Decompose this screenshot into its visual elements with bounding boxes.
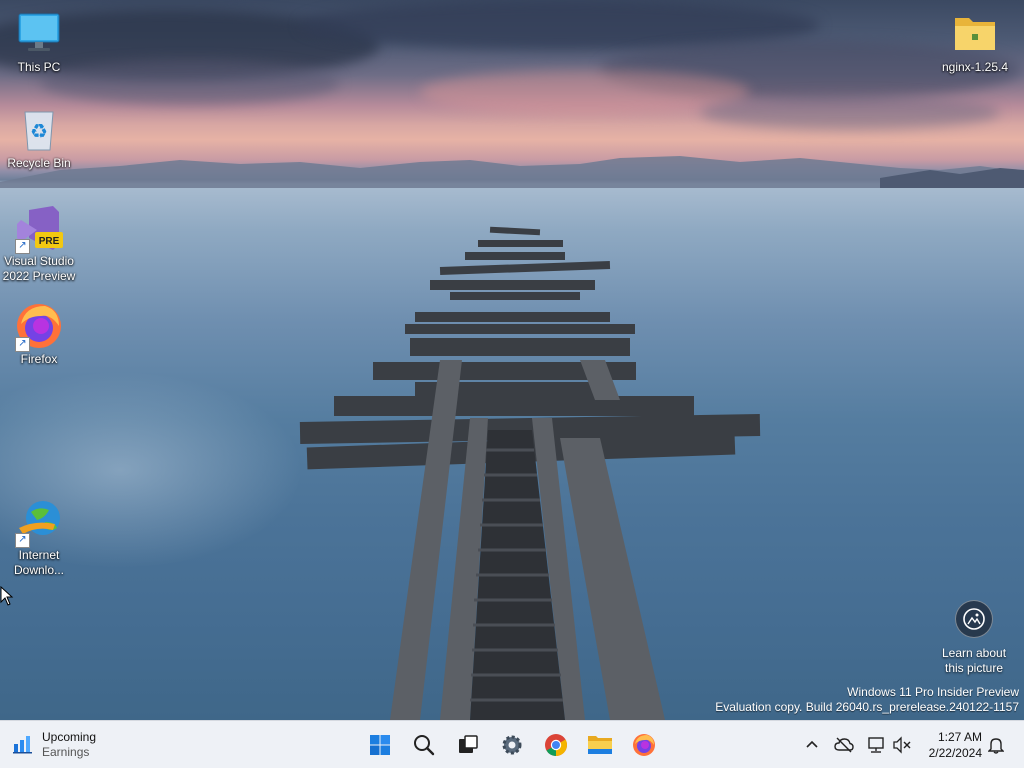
chrome-button[interactable] — [536, 725, 576, 765]
wallpaper-pier — [299, 226, 761, 720]
gear-icon — [502, 735, 522, 755]
shortcut-arrow-icon: ↗ — [15, 533, 30, 548]
desktop-icon-visual-studio[interactable]: PRE ↗ Visual Studio 2022 Preview — [1, 204, 77, 284]
notifications-button[interactable] — [984, 733, 1008, 757]
shortcut-arrow-icon: ↗ — [15, 239, 30, 254]
search-button[interactable] — [404, 725, 444, 765]
watermark-line-build: Evaluation copy. Build 26040.rs_prerelea… — [715, 700, 1019, 714]
network-button[interactable] — [864, 733, 888, 757]
desktop-icon-recycle-bin[interactable]: ♻ Recycle Bin — [1, 106, 77, 171]
desktop-icon-label: Visual Studio 2022 Preview — [2, 254, 76, 283]
task-view-button[interactable] — [448, 725, 488, 765]
mouse-cursor-icon — [0, 586, 14, 606]
volume-button[interactable] — [890, 733, 914, 757]
clock-time: 1:27 AM — [937, 730, 982, 744]
clock[interactable]: 1:27 AM 2/22/2024 — [918, 729, 982, 761]
bell-icon — [988, 738, 1004, 754]
firefox-button[interactable] — [624, 725, 664, 765]
network-icon — [868, 737, 884, 753]
clock-date: 2/22/2024 — [928, 746, 982, 760]
widget-text: Upcoming Earnings — [42, 730, 96, 760]
chevron-up-icon — [806, 740, 818, 748]
desktop[interactable]: This PC ♻ Recycle Bin PRE ↗ Visual Studi… — [0, 0, 1024, 720]
desktop-icon-internet-download-manager[interactable]: ↗ Internet Downlo... — [1, 498, 77, 578]
desktop-icon-label: nginx-1.25.4 — [941, 60, 1009, 74]
desktop-icon-firefox[interactable]: ↗ Firefox — [1, 302, 77, 367]
cloud-off-icon — [834, 737, 854, 753]
recycle-bin-icon: ♻ — [15, 106, 63, 154]
firefox-icon: ↗ — [15, 302, 63, 352]
pre-badge: PRE — [39, 236, 60, 247]
show-hidden-icons-button[interactable] — [800, 733, 824, 757]
chrome-icon — [545, 734, 567, 756]
windows-logo-icon — [370, 735, 390, 755]
watermark-line-edition: Windows 11 Pro Insider Preview — [847, 685, 1019, 699]
shortcut-arrow-icon: ↗ — [15, 337, 30, 352]
volume-muted-icon — [893, 736, 911, 754]
learn-about-label: Learn about this picture — [941, 646, 1007, 675]
learn-about-this-picture[interactable]: Learn about this picture — [932, 600, 1016, 676]
start-button[interactable] — [360, 725, 400, 765]
widget-subtitle: Earnings — [42, 745, 90, 759]
widgets-button[interactable]: Upcoming Earnings — [12, 727, 96, 763]
file-explorer-button[interactable] — [580, 725, 620, 765]
task-view-icon — [459, 735, 478, 753]
settings-button[interactable] — [492, 725, 532, 765]
desktop-icon-label: Internet Downlo... — [13, 548, 65, 577]
search-icon — [414, 735, 435, 756]
monitor-icon — [15, 10, 63, 58]
widget-title: Upcoming — [42, 730, 97, 744]
stocks-chart-icon — [12, 732, 34, 759]
desktop-icon-label: Firefox — [20, 352, 58, 366]
onedrive-button[interactable] — [832, 733, 856, 757]
desktop-icon-label: This PC — [17, 60, 61, 74]
folder-icon — [951, 10, 999, 58]
internet-download-manager-icon: ↗ — [15, 498, 63, 548]
taskbar: Upcoming Earnings 1:27 AM 2/22/2024 — [0, 720, 1024, 768]
desktop-icon-this-pc[interactable]: This PC — [1, 10, 77, 75]
visual-studio-preview-icon: PRE ↗ — [15, 204, 63, 254]
camera-info-icon — [955, 600, 993, 638]
desktop-icon-label: Recycle Bin — [7, 156, 71, 170]
firefox-icon — [633, 734, 655, 756]
folder-icon — [588, 736, 612, 754]
svg-text:♻: ♻ — [30, 119, 48, 143]
evaluation-watermark: Windows 11 Pro Insider Preview Evaluatio… — [715, 685, 1019, 715]
desktop-icon-nginx-folder[interactable]: nginx-1.25.4 — [937, 10, 1013, 75]
